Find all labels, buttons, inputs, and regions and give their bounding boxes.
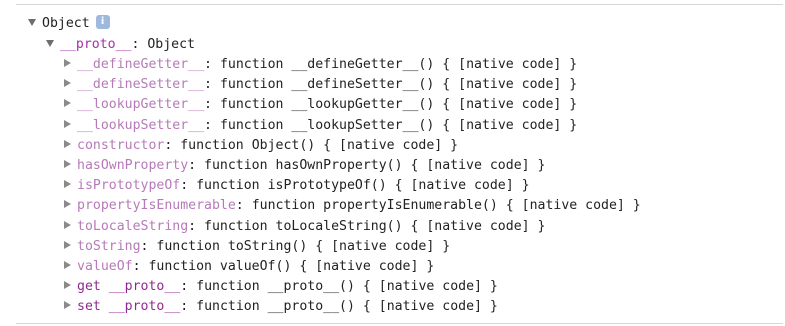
property-key: toLocaleString [77, 218, 189, 234]
property-key: __proto__ [108, 279, 181, 295]
collapsed-triangle-icon[interactable] [64, 139, 71, 148]
collapsed-triangle-icon[interactable] [64, 200, 71, 209]
collapsed-triangle-icon[interactable] [64, 301, 71, 310]
property-value: function __proto__() { [native code] } [196, 279, 498, 295]
property-key: constructor [77, 137, 165, 153]
property-separator: : [235, 198, 252, 214]
expanded-triangle-icon[interactable] [46, 39, 54, 47]
property-value: function __lookupSetter__() { [native co… [219, 117, 578, 133]
collapsed-triangle-icon[interactable] [64, 281, 71, 290]
property-row[interactable]: __lookupGetter__: function __lookupGette… [64, 95, 577, 115]
collapsed-triangle-icon[interactable] [64, 220, 71, 229]
property-separator: : [140, 238, 157, 254]
property-key: isPrototypeOf [77, 178, 181, 194]
property-value: function toLocaleString() { [native code… [204, 218, 546, 234]
property-key: __defineSetter__ [77, 77, 205, 93]
property-row[interactable]: valueOf: function valueOf() { [native co… [64, 257, 434, 277]
property-value: function isPrototypeOf() { [native code]… [196, 178, 530, 194]
collapsed-triangle-icon[interactable] [64, 79, 71, 88]
accessor-kind: get [77, 279, 101, 295]
accessor-kind: set [77, 299, 101, 315]
property-key: toString [77, 238, 141, 254]
property-key: valueOf [77, 259, 133, 274]
property-value: function __defineSetter__() { [native co… [219, 77, 578, 93]
property-value: Object [147, 37, 195, 52]
collapsed-triangle-icon[interactable] [64, 180, 71, 189]
property-row[interactable]: propertyIsEnumerable: function propertyI… [64, 196, 641, 216]
property-value: function __proto__() { [native code] } [196, 299, 498, 315]
property-separator: : [188, 218, 205, 234]
accessor-row[interactable]: set __proto__: function __proto__() { [n… [64, 297, 498, 317]
object-root-row[interactable]: Object i [28, 14, 110, 34]
property-separator: : [204, 97, 220, 113]
property-separator: : [180, 299, 197, 315]
collapsed-triangle-icon[interactable] [64, 99, 71, 108]
object-root-label: Object [42, 16, 90, 31]
collapsed-triangle-icon[interactable] [64, 59, 71, 67]
property-row[interactable]: toString: function toString() { [native … [64, 237, 450, 257]
proto-row[interactable]: __proto__: Object [46, 35, 195, 55]
property-separator: : [132, 259, 149, 274]
property-value: function Object() { [native code] } [180, 137, 459, 153]
property-value: function toString() { [native code] } [156, 238, 451, 254]
property-key: __proto__ [108, 299, 181, 315]
collapsed-triangle-icon[interactable] [64, 240, 71, 249]
property-key: __proto__ [60, 37, 132, 52]
collapsed-triangle-icon[interactable] [64, 160, 71, 168]
property-separator: : [188, 158, 205, 173]
property-separator: : [131, 37, 148, 52]
property-separator: : [204, 57, 220, 72]
property-row[interactable]: __lookupSetter__: function __lookupSette… [64, 116, 577, 136]
property-row[interactable]: __defineGetter__: function __defineGette… [64, 55, 577, 75]
info-icon[interactable]: i [95, 15, 110, 29]
property-row[interactable]: isPrototypeOf: function isPrototypeOf() … [64, 176, 530, 196]
property-row[interactable]: hasOwnProperty: function hasOwnProperty(… [64, 156, 545, 176]
expanded-triangle-icon[interactable] [28, 18, 36, 26]
property-value: function __lookupGetter__() { [native co… [219, 97, 578, 113]
property-value: function propertyIsEnumerable() { [nativ… [251, 198, 641, 214]
property-key: __lookupGetter__ [77, 97, 205, 113]
property-row[interactable]: __defineSetter__: function __defineSette… [64, 75, 577, 95]
property-separator: : [164, 137, 181, 153]
property-value: function __defineGetter__() { [native co… [219, 57, 578, 72]
property-row[interactable]: toLocaleString: function toLocaleString(… [64, 217, 545, 237]
accessor-row[interactable]: get __proto__: function __proto__() { [n… [64, 277, 498, 297]
collapsed-triangle-icon[interactable] [64, 119, 71, 128]
property-row[interactable]: constructor: function Object() { [native… [64, 136, 458, 156]
property-value: function hasOwnProperty() { [native code… [204, 158, 546, 173]
property-separator: : [204, 77, 220, 93]
property-key: __defineGetter__ [77, 57, 205, 72]
property-key: propertyIsEnumerable [77, 198, 236, 214]
property-separator: : [180, 178, 197, 194]
property-key: hasOwnProperty [77, 158, 189, 173]
property-value: function valueOf() { [native code] } [148, 259, 435, 274]
collapsed-triangle-icon[interactable] [64, 261, 71, 269]
property-separator: : [180, 279, 197, 295]
property-separator: : [204, 117, 220, 133]
property-key: __lookupSetter__ [77, 117, 205, 133]
console-object-tree: Object i __proto__: Object __defineGetter… [16, 4, 783, 324]
